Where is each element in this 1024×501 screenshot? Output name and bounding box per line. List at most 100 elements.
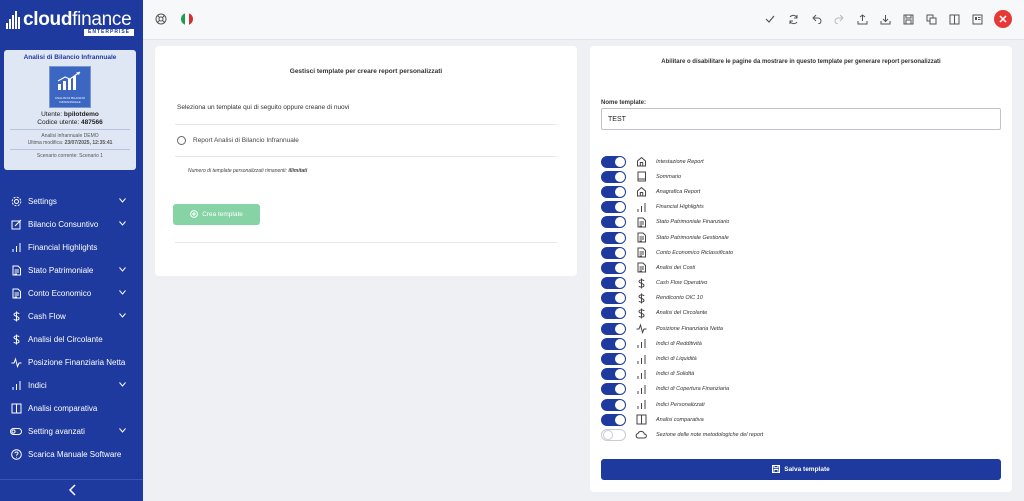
page-toggle-switch[interactable]	[601, 398, 626, 411]
download-icon[interactable]	[879, 13, 891, 25]
create-template-button[interactable]: Crea template	[173, 204, 260, 225]
report-info-card: Analisi di Bilancio Infrannuale ANALISI …	[4, 50, 136, 170]
chevron-down-icon	[115, 221, 129, 228]
page-toggle-switch[interactable]	[601, 428, 626, 441]
save-template-button[interactable]: Salva template	[601, 459, 1001, 480]
page-toggle-label: Cash Flow Operativo	[656, 280, 708, 287]
sidebar-item-indici[interactable]: Indici	[0, 374, 143, 397]
chevron-down-icon	[115, 313, 129, 320]
logo-bars-icon	[6, 11, 20, 29]
check-icon[interactable]	[764, 13, 776, 25]
document-icon	[10, 288, 22, 300]
page-toggle-label: Posizione Finanziaria Netta	[656, 325, 723, 332]
page-toggle-switch[interactable]	[601, 155, 626, 168]
page-toggle-switch[interactable]	[601, 353, 626, 366]
page-toggle-switch[interactable]	[601, 368, 626, 381]
page-toggle-switch[interactable]	[601, 413, 626, 426]
sidebar-item-scarica-manuale-software[interactable]: Scarica Manuale Software	[0, 443, 143, 466]
dollar-icon	[635, 307, 647, 319]
chart-growth-icon	[57, 71, 81, 90]
pulse-icon	[10, 357, 22, 369]
page-toggle-label: Intestazione Report	[656, 158, 704, 165]
page-toggle-switch[interactable]	[601, 337, 626, 350]
columns-icon[interactable]	[948, 13, 960, 25]
page-toggle-switch[interactable]	[601, 216, 626, 229]
card-divider	[10, 149, 130, 150]
bar-chart-icon	[635, 338, 647, 350]
close-button[interactable]: ✕	[994, 10, 1012, 28]
page-toggle-switch[interactable]	[601, 307, 626, 320]
copy-icon[interactable]	[925, 13, 937, 25]
page-toggle-row: Stato Patrimoniale Finanziario	[601, 215, 1001, 230]
undo-icon[interactable]	[810, 13, 822, 25]
refresh-icon[interactable]	[787, 13, 799, 25]
page-toggle-label: Stato Patrimoniale Gestionale	[656, 234, 729, 241]
redo-icon[interactable]	[833, 13, 845, 25]
panel-title: Gestisci template per creare report pers…	[289, 68, 443, 75]
dollar-icon	[635, 277, 647, 289]
page-toggle-row: Conto Economico Riclassificato	[601, 245, 1001, 260]
page-toggle-label: Indici di Liquidità	[656, 356, 697, 363]
sidebar-item-settings[interactable]: Settings	[0, 190, 143, 213]
sidebar-item-label: Analisi comparativa	[28, 404, 98, 413]
radio-button[interactable]	[177, 136, 186, 145]
page-toggle-switch[interactable]	[601, 322, 626, 335]
page-toggle-switch[interactable]	[601, 201, 626, 214]
page-toggle-label: Rendiconto OIC 10	[656, 295, 703, 302]
page-toggle-label: Analisi dei Costi	[656, 264, 696, 271]
book-icon	[635, 171, 647, 183]
sidebar-item-financial-highlights[interactable]: Financial Highlights	[0, 236, 143, 259]
sidebar-item-label: Conto Economico	[28, 289, 92, 298]
page-toggle-row: Indici di Redditività	[601, 336, 1001, 351]
page-toggle-row: Sommario	[601, 169, 1001, 184]
page-toggle-switch[interactable]	[601, 292, 626, 305]
page-toggle-switch[interactable]	[601, 231, 626, 244]
columns-icon	[635, 414, 647, 426]
page-toggle-label: Stato Patrimoniale Finanziario	[656, 219, 730, 226]
page-toggle-list: Intestazione Report Sommario Anagrafica Re…	[601, 154, 1001, 443]
sidebar-item-posizione-finanziaria-netta[interactable]: Posizione Finanziaria Netta	[0, 351, 143, 374]
document-icon	[635, 216, 647, 228]
sidebar-item-cash-flow[interactable]: Cash Flow	[0, 305, 143, 328]
page-toggle-switch[interactable]	[601, 277, 626, 290]
page-toggle-switch[interactable]	[601, 185, 626, 198]
template-manager-panel: Gestisci template per creare report pers…	[155, 46, 577, 276]
save-icon	[772, 464, 781, 475]
sidebar-menu: Settings Bilancio Consuntivo Financial Hig…	[0, 190, 143, 466]
template-option[interactable]: Report Analisi di Bilancio Infrannuale	[177, 136, 299, 145]
page-toggle-label: Indici di Copertura Finanziaria	[656, 386, 730, 393]
sidebar-item-conto-economico[interactable]: Conto Economico	[0, 282, 143, 305]
page-toggle-row: Indici Personalizzati	[601, 397, 1001, 412]
page-toggle-row: Indici di Solidità	[601, 367, 1001, 382]
template-name-input[interactable]	[601, 108, 1001, 130]
page-toggle-label: Indici di Solidità	[656, 371, 695, 378]
collapse-sidebar-button[interactable]	[0, 479, 143, 501]
support-icon[interactable]	[155, 13, 167, 25]
page-toggle-label: Sommario	[656, 173, 682, 180]
save-icon[interactable]	[902, 13, 914, 25]
page-toggle-switch[interactable]	[601, 246, 626, 259]
page-toggle-label: Financial Highlights	[656, 204, 704, 211]
document-icon	[635, 247, 647, 259]
page-toggle-switch[interactable]	[601, 170, 626, 183]
sidebar-item-setting-avanzati[interactable]: Setting avanzati	[0, 420, 143, 443]
report-cover-image: ANALISI DI BILANCIO INFRANNUALE	[49, 66, 91, 108]
page-toggle-switch[interactable]	[601, 261, 626, 274]
create-template-label: Crea template	[202, 211, 243, 218]
sidebar-item-analisi-del-circolante[interactable]: Analisi del Circolante	[0, 328, 143, 351]
sidebar-item-bilancio-consuntivo[interactable]: Bilancio Consuntivo	[0, 213, 143, 236]
edit-icon	[10, 219, 22, 231]
upload-icon[interactable]	[856, 13, 868, 25]
page-toggle-label: Anagrafica Report	[656, 188, 701, 195]
page-toggle-row: Analisi del Circolante	[601, 306, 1001, 321]
document-icon	[635, 262, 647, 274]
italy-flag-icon[interactable]	[181, 13, 193, 25]
sidebar-item-analisi-comparativa[interactable]: Analisi comparativa	[0, 397, 143, 420]
layout-icon[interactable]	[971, 13, 983, 25]
last-modified: Ultima modifica: 23/07/2025, 12:35:41	[27, 140, 113, 146]
sidebar-item-stato-patrimoniale[interactable]: Stato Patrimoniale	[0, 259, 143, 282]
page-toggle-switch[interactable]	[601, 383, 626, 396]
card-title: Analisi di Bilancio Infrannuale	[23, 54, 117, 61]
sidebar-item-label: Cash Flow	[28, 312, 66, 321]
help-icon	[10, 449, 22, 461]
